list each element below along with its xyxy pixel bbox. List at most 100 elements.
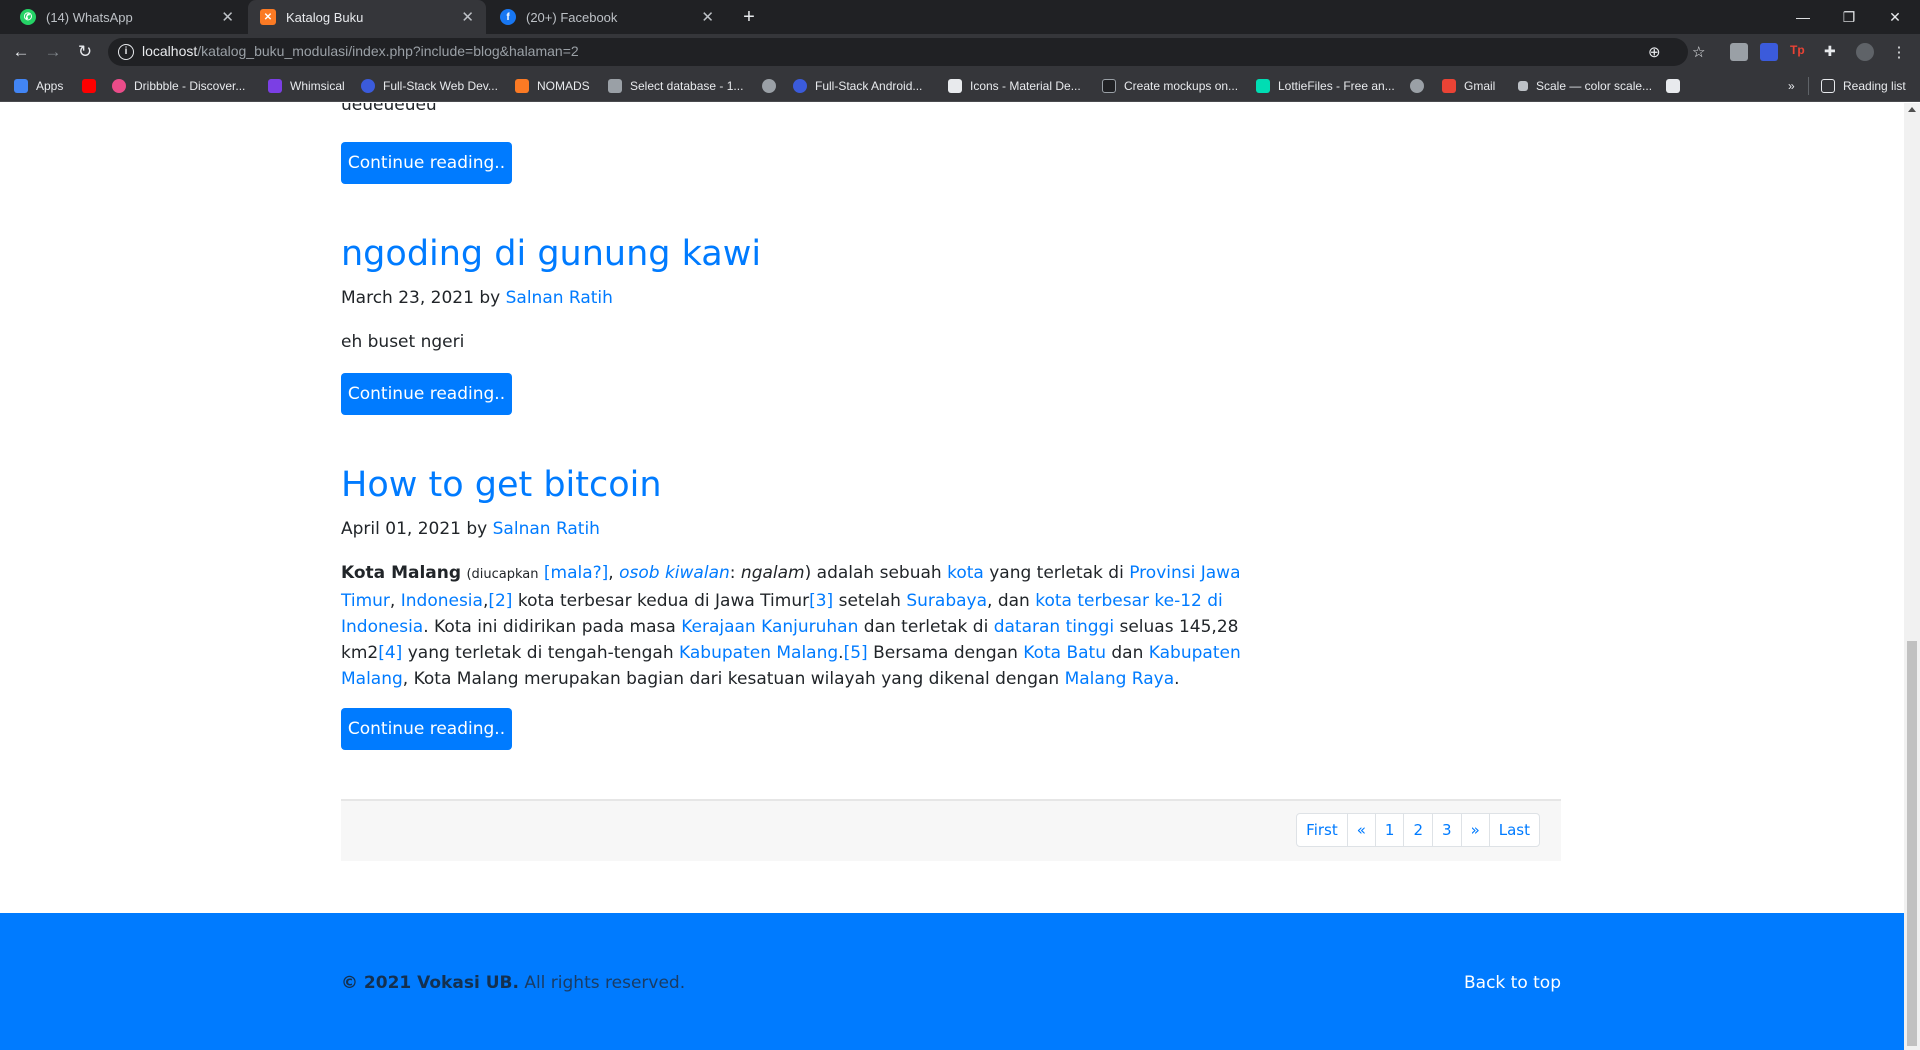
reading-list-icon [1821,79,1835,93]
page-2[interactable]: 2 [1403,814,1432,846]
bookmark-label: Icons - Material De... [970,79,1081,93]
bookmark-globe[interactable] [762,77,784,95]
page-prev[interactable]: « [1346,814,1375,846]
bookmark-star-icon[interactable]: ☆ [1692,43,1705,61]
tab-title: (14) WhatsApp [46,9,133,25]
bookmark-nomads[interactable]: NOMADS [515,77,590,95]
puzzle-icon[interactable]: ✚ [1824,43,1842,61]
text: adalah sebuah [816,563,942,583]
text: yang terletak di tengah-tengah [407,643,674,663]
bookmark-label: Gmail [1464,79,1496,93]
page-last[interactable]: Last [1488,814,1539,846]
extension-icon[interactable] [1730,43,1748,61]
forward-button[interactable]: → [40,40,66,64]
unsplash-icon [1666,79,1680,93]
avatar[interactable] [1856,43,1874,61]
bookmark-youtube[interactable] [82,77,104,95]
page-next[interactable]: » [1460,814,1489,846]
post-title[interactable]: How to get bitcoin [341,465,662,505]
close-tab-icon[interactable]: ✕ [701,8,714,26]
scrollbar-thumb[interactable] [1907,641,1917,1046]
post-date: April 01, 2021 [341,519,461,539]
link[interactable]: Kabupaten Malang [679,643,838,663]
pagination: First « 1 2 3 » Last [1296,813,1540,847]
url-text: localhost/katalog_buku_modulasi/index.ph… [142,43,579,59]
youtube-icon [82,79,96,93]
site-info-icon[interactable]: i [118,44,134,60]
xampp-icon [515,79,529,93]
apps-grid-icon [14,79,28,93]
continue-reading-button[interactable]: Continue reading.. [341,708,512,750]
close-tab-icon[interactable]: ✕ [461,8,474,26]
continue-reading-button[interactable]: Continue reading.. [341,142,512,184]
menu-icon[interactable]: ⋮ [1890,43,1908,61]
bookmark-gmail[interactable]: Gmail [1442,77,1495,95]
link[interactable]: [4] [378,643,402,663]
link[interactable]: dataran tinggi [994,617,1114,637]
page-3[interactable]: 3 [1432,814,1461,846]
link[interactable]: kota [947,563,984,583]
url-host: localhost [142,43,198,59]
post-title[interactable]: ngoding di gunung kawi [341,234,761,274]
post-by: by [479,288,501,308]
bookmark-apps[interactable]: Apps [14,77,63,95]
bookmark-select-database[interactable]: Select database - 1... [608,77,743,95]
text: yang terletak di [989,563,1124,583]
link[interactable]: [3] [809,591,833,611]
bookmark-unsplash[interactable] [1666,77,1688,95]
continue-reading-button[interactable]: Continue reading.. [341,373,512,415]
bookmark-fullstack-android[interactable]: Full-Stack Android... [793,77,922,95]
close-tab-icon[interactable]: ✕ [221,8,234,26]
restore-button[interactable]: ❐ [1826,0,1872,34]
post-author-link[interactable]: Salnan Ratih [493,519,600,539]
zoom-icon[interactable]: ⊕ [1648,43,1661,61]
bookmark-dribbble[interactable]: Dribbble - Discover... [112,77,245,95]
bookmark-globe-2[interactable] [1410,77,1432,95]
site-icon [361,79,375,93]
bookmarks-overflow[interactable]: » [1788,77,1795,95]
bookmark-material-icons[interactable]: Icons - Material De... [948,77,1081,95]
reading-list-label: Reading list [1843,79,1906,93]
bookmark-whimsical[interactable]: Whimsical [268,77,345,95]
page-1[interactable]: 1 [1374,814,1404,846]
bookmark-lottiefiles[interactable]: LottieFiles - Free an... [1256,77,1395,95]
reload-button[interactable]: ↻ [72,40,98,64]
pagination-bar: First « 1 2 3 » Last [341,799,1561,861]
link[interactable]: Kota Batu [1023,643,1106,663]
post-author-link[interactable]: Salnan Ratih [506,288,613,308]
scroll-up-arrow-icon[interactable] [1908,107,1916,112]
address-bar[interactable]: i localhost/katalog_buku_modulasi/index.… [108,38,1705,66]
new-tab-button[interactable]: + [738,6,760,28]
tab-katalog-buku[interactable]: ✕ Katalog Buku ✕ [248,0,486,34]
minimize-button[interactable]: — [1780,0,1826,34]
tab-facebook[interactable]: f (20+) Facebook ✕ [488,0,726,34]
link[interactable]: Indonesia [401,591,483,611]
link[interactable]: [2] [488,591,512,611]
text: . Kota ini didirikan pada masa [423,617,676,637]
page-first[interactable]: First [1297,814,1347,846]
text: dan terletak di [863,617,989,637]
site-icon [1518,81,1528,91]
tab-whatsapp[interactable]: ✆ (14) WhatsApp ✕ [8,0,246,34]
page-scrollbar[interactable] [1904,103,1920,1050]
close-window-button[interactable]: ✕ [1872,0,1918,34]
link[interactable]: [mala?] [544,563,608,583]
italic-link: osob kiwalan [619,563,730,583]
bookmark-fullstack-web[interactable]: Full-Stack Web Dev... [361,77,498,95]
extension-icon[interactable]: Tp [1790,43,1808,61]
post-excerpt: eh buset ngeri [341,332,465,352]
back-to-top-link[interactable]: Back to top [1464,973,1561,993]
whimsical-icon [268,79,282,93]
bookmark-mockups[interactable]: Create mockups on... [1102,77,1238,95]
browser-toolbar: ← → ↻ i localhost/katalog_buku_modulasi/… [0,34,1920,70]
link[interactable]: Surabaya [906,591,987,611]
bookmark-scale[interactable]: Scale — color scale... [1518,77,1652,95]
link[interactable]: Kerajaan Kanjuruhan [681,617,858,637]
page-viewport: ueueueueu Continue reading.. ngoding di … [0,103,1904,1050]
reading-list-button[interactable]: Reading list [1808,77,1906,95]
link[interactable]: Malang Raya [1065,669,1175,689]
extension-icon[interactable] [1760,43,1778,61]
link[interactable]: osob kiwalan [619,563,730,583]
link[interactable]: [5] [844,643,868,663]
back-button[interactable]: ← [8,40,34,64]
